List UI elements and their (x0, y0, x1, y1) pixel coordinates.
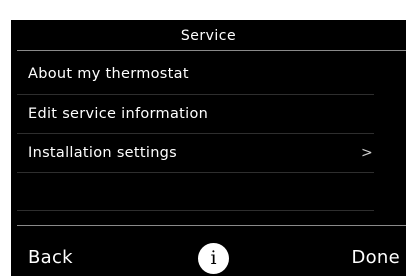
thermostat-screen: Service About my thermostat Edit service… (11, 20, 406, 276)
row-divider (17, 210, 374, 211)
menu-item-installation-settings[interactable]: Installation settings > (11, 134, 381, 172)
done-button[interactable]: Done (351, 246, 400, 270)
footer-divider (17, 225, 406, 226)
menu-item-label: Installation settings (28, 145, 178, 161)
back-button[interactable]: Back (28, 246, 73, 270)
chevron-right-icon: > (360, 145, 373, 161)
row-divider (17, 172, 374, 173)
menu-item-about-my-thermostat[interactable]: About my thermostat (11, 55, 381, 93)
menu-item-edit-service-information[interactable]: Edit service information (11, 95, 381, 133)
page-title: Service (180, 28, 237, 44)
menu-item-label: About my thermostat (28, 66, 189, 82)
info-icon[interactable]: i (198, 243, 229, 274)
menu-item-label: Edit service information (28, 106, 209, 122)
title-divider (17, 50, 406, 51)
